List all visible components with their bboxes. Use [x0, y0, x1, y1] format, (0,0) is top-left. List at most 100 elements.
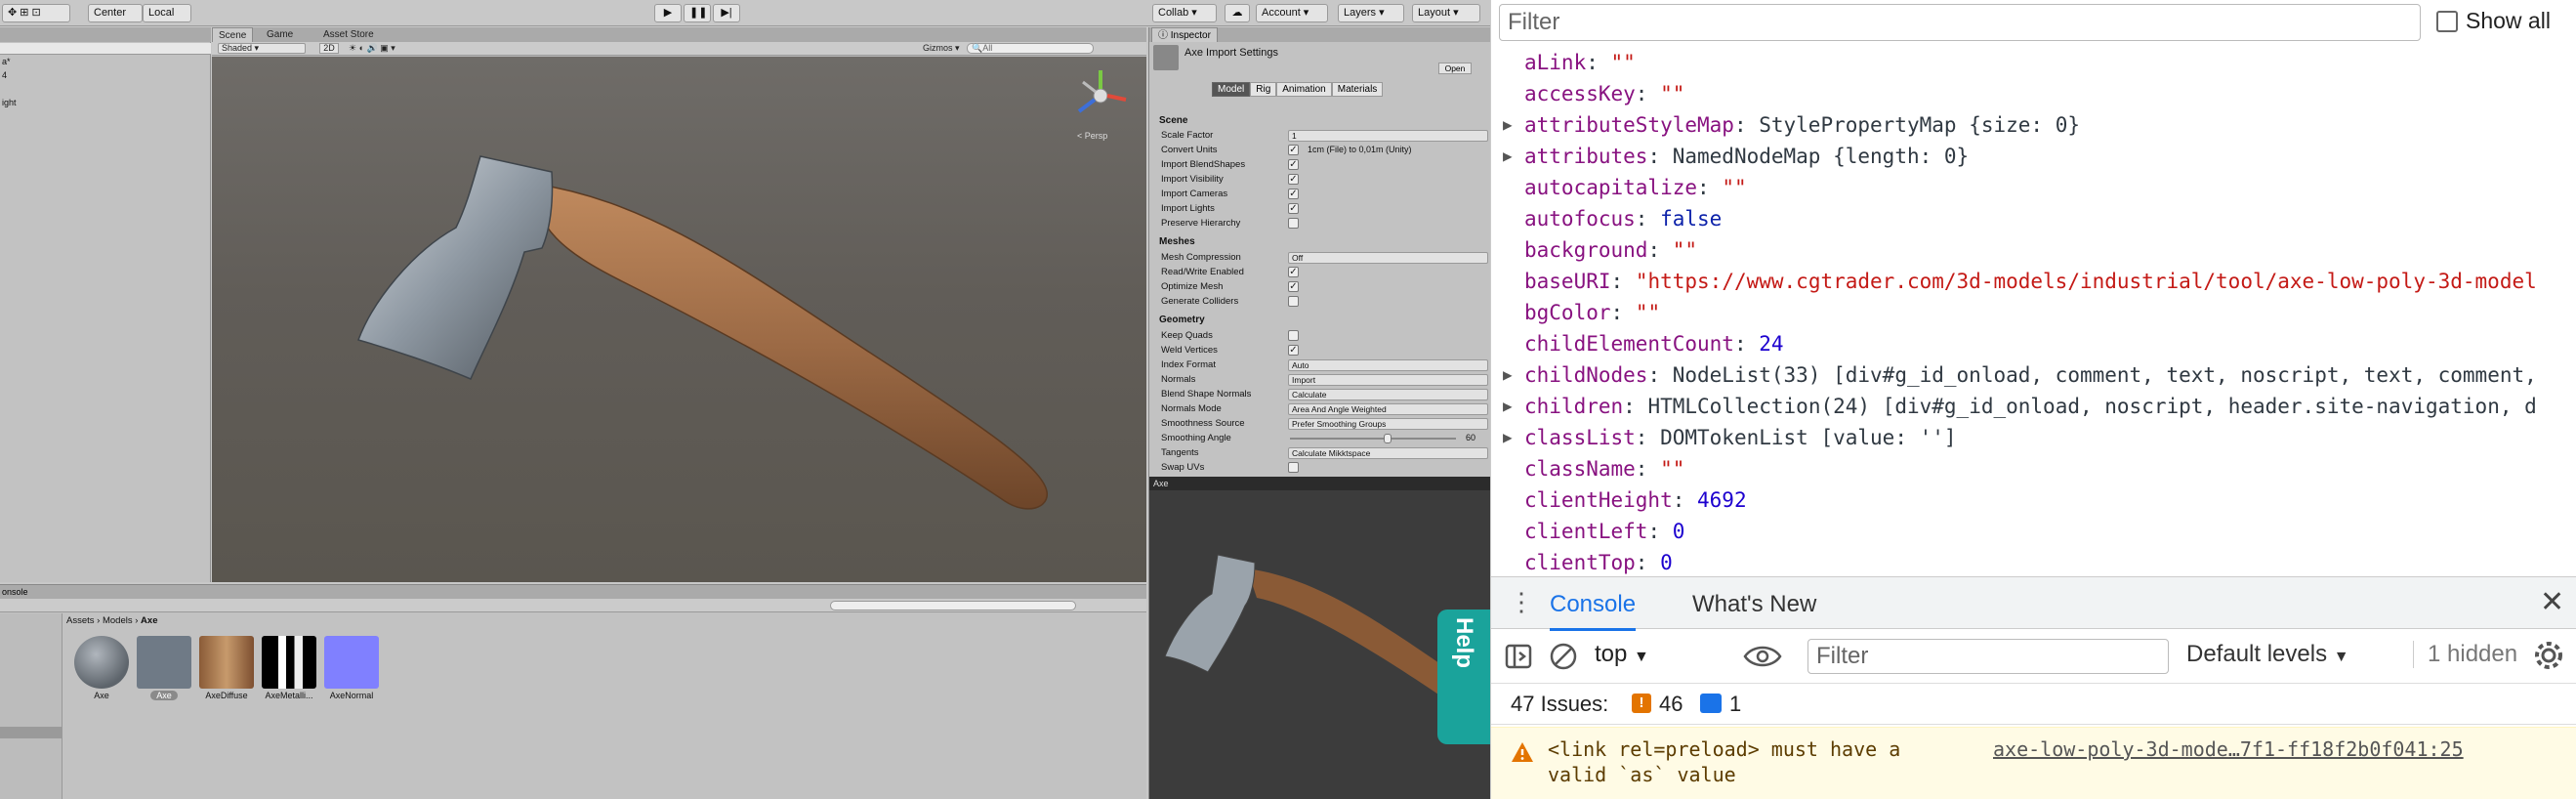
texture-thumb-icon: [199, 636, 254, 689]
scene-viewport[interactable]: < Persp: [212, 57, 1146, 582]
pause-button[interactable]: ❚❚: [684, 4, 711, 22]
tab-console[interactable]: Console: [1550, 591, 1637, 631]
property-key: autofocus: [1524, 207, 1636, 231]
mesh-compression-dropdown[interactable]: Off: [1288, 252, 1488, 264]
show-all-checkbox[interactable]: Show all: [2436, 8, 2551, 34]
shading-dropdown[interactable]: Shaded ▾: [218, 43, 306, 54]
gizmos-dropdown[interactable]: Gizmos ▾: [923, 42, 960, 55]
tangents-dropdown[interactable]: Calculate Mikktspace: [1288, 447, 1488, 459]
mode-2d-button[interactable]: 2D: [319, 43, 339, 54]
breadcrumb-assets[interactable]: Assets: [66, 615, 95, 626]
pivot-center-button[interactable]: Center: [88, 4, 143, 22]
optimize-mesh-checkbox[interactable]: ✓: [1288, 281, 1299, 292]
play-button[interactable]: ▶: [654, 4, 682, 22]
more-menu-icon[interactable]: ⋮: [1509, 587, 1534, 617]
tab-game[interactable]: Game: [261, 27, 299, 42]
hierarchy-item[interactable]: a*: [2, 57, 11, 66]
source-link[interactable]: axe-low-poly-3d-mode…7f1-ff18f2b0f041:25: [1993, 737, 2464, 761]
scene-tools-icon[interactable]: ☀ ◐ 🔊 ▣ ▾: [349, 42, 395, 54]
collab-button[interactable]: Collab ▾: [1152, 4, 1217, 22]
sidebar-toggle-icon[interactable]: [1505, 643, 1532, 670]
property-row[interactable]: ▶ attributes: NamedNodeMap {length: 0}: [1503, 141, 1969, 172]
caret-down-icon: ▼: [1634, 649, 1649, 665]
tab-inspector[interactable]: ⓘ Inspector: [1151, 27, 1218, 42]
property-row[interactable]: ▶ attributeStyleMap: StylePropertyMap {si…: [1503, 109, 2080, 141]
asset-axe-metallic[interactable]: AxeMetalli...: [262, 636, 316, 700]
property-key: clientLeft: [1524, 520, 1648, 543]
properties-filter-input[interactable]: Filter: [1499, 4, 2421, 41]
tab-scene[interactable]: Scene: [212, 27, 254, 42]
pivot-local-button[interactable]: Local: [143, 4, 191, 22]
smoothing-angle-value[interactable]: 60: [1466, 431, 1475, 445]
property-row[interactable]: ▶ childNodes: NodeList(33) [div#g_id_onlo…: [1503, 359, 2537, 391]
help-widget[interactable]: Help: [1437, 610, 1490, 744]
expand-triangle-icon[interactable]: ▶: [1503, 422, 1513, 453]
close-icon[interactable]: ✕: [2540, 585, 2564, 619]
import-blendshapes-checkbox[interactable]: ✓: [1288, 159, 1299, 170]
asset-axe-normal[interactable]: AxeNormal: [324, 636, 379, 700]
slider-thumb[interactable]: [1384, 434, 1392, 443]
asset-axe-model[interactable]: Axe: [137, 636, 191, 700]
selected-folder[interactable]: [0, 727, 62, 738]
asset-label: AxeDiffuse: [205, 691, 248, 700]
account-dropdown[interactable]: Account ▾: [1256, 4, 1328, 22]
tab-materials[interactable]: Materials: [1331, 82, 1384, 97]
normals-dropdown[interactable]: Import: [1288, 374, 1488, 386]
asset-axe-material[interactable]: Axe: [74, 636, 129, 700]
index-format-dropdown[interactable]: Auto: [1288, 359, 1488, 371]
expand-triangle-icon[interactable]: ▶: [1503, 359, 1513, 391]
import-lights-checkbox[interactable]: ✓: [1288, 203, 1299, 214]
hierarchy-item[interactable]: ight: [2, 98, 17, 107]
tab-model[interactable]: Model: [1212, 82, 1251, 97]
project-search-input[interactable]: [830, 601, 1076, 610]
smoothing-angle-slider[interactable]: [1290, 438, 1456, 440]
breadcrumb-axe[interactable]: Axe: [141, 615, 157, 626]
property-row[interactable]: ▶ children: HTMLCollection(24) [div#g_id_…: [1503, 391, 2537, 422]
convert-units-checkbox[interactable]: ✓: [1288, 145, 1299, 155]
keep-quads-checkbox[interactable]: [1288, 330, 1299, 341]
tab-whats-new[interactable]: What's New: [1692, 591, 1816, 618]
tab-asset-store[interactable]: Asset Store: [317, 27, 380, 42]
asset-axe-diffuse[interactable]: AxeDiffuse: [199, 636, 254, 700]
scene-search-input[interactable]: 🔍All: [967, 43, 1094, 54]
generate-colliders-checkbox[interactable]: [1288, 296, 1299, 307]
label: Keep Quads: [1161, 330, 1213, 341]
breadcrumb-models[interactable]: Models: [103, 615, 133, 626]
hierarchy-search[interactable]: [0, 43, 211, 55]
swap-uvs-checkbox[interactable]: [1288, 462, 1299, 473]
transform-tools[interactable]: ✥ ⊞ ⊡: [2, 4, 70, 22]
scale-factor-input[interactable]: 1: [1288, 130, 1488, 142]
console-filter-input[interactable]: Filter: [1807, 639, 2169, 674]
step-button[interactable]: ▶|: [713, 4, 740, 22]
hierarchy-header: [0, 27, 211, 42]
view-gizmo[interactable]: [1071, 66, 1130, 125]
smoothness-source-dropdown[interactable]: Prefer Smoothing Groups: [1288, 418, 1488, 430]
layout-dropdown[interactable]: Layout ▾: [1412, 4, 1480, 22]
gear-icon[interactable]: [2532, 639, 2565, 672]
expand-triangle-icon[interactable]: ▶: [1503, 109, 1513, 141]
hierarchy-item[interactable]: 4: [2, 70, 7, 80]
blend-shape-normals-dropdown[interactable]: Calculate: [1288, 389, 1488, 400]
read-write-checkbox[interactable]: ✓: [1288, 267, 1299, 277]
expand-triangle-icon[interactable]: ▶: [1503, 391, 1513, 422]
preserve-hierarchy-checkbox[interactable]: [1288, 218, 1299, 229]
weld-vertices-checkbox[interactable]: ✓: [1288, 345, 1299, 356]
import-visibility-checkbox[interactable]: ✓: [1288, 174, 1299, 185]
open-button[interactable]: Open: [1438, 63, 1472, 74]
tab-rig[interactable]: Rig: [1250, 82, 1277, 97]
layers-dropdown[interactable]: Layers ▾: [1338, 4, 1404, 22]
live-expression-eye-icon[interactable]: [1743, 643, 1782, 670]
property-row[interactable]: ▶ classList: DOMTokenList [value: '']: [1503, 422, 1957, 453]
clear-console-icon[interactable]: [1548, 641, 1579, 672]
cloud-button[interactable]: ☁: [1225, 4, 1250, 22]
expand-triangle-icon[interactable]: ▶: [1503, 141, 1513, 172]
console-tab-stub[interactable]: onsole: [0, 585, 1146, 599]
log-levels-dropdown[interactable]: Default levels ▼: [2186, 641, 2349, 668]
tab-animation[interactable]: Animation: [1276, 82, 1332, 97]
row-optimize-mesh: Optimize Mesh ✓: [1161, 279, 1299, 294]
persp-label[interactable]: < Persp: [1077, 131, 1107, 141]
normals-mode-dropdown[interactable]: Area And Angle Weighted: [1288, 403, 1488, 415]
context-selector[interactable]: top ▼: [1595, 641, 1649, 668]
import-cameras-checkbox[interactable]: ✓: [1288, 189, 1299, 199]
issues-bar[interactable]: 47 Issues: ! 46 1: [1491, 684, 2576, 725]
